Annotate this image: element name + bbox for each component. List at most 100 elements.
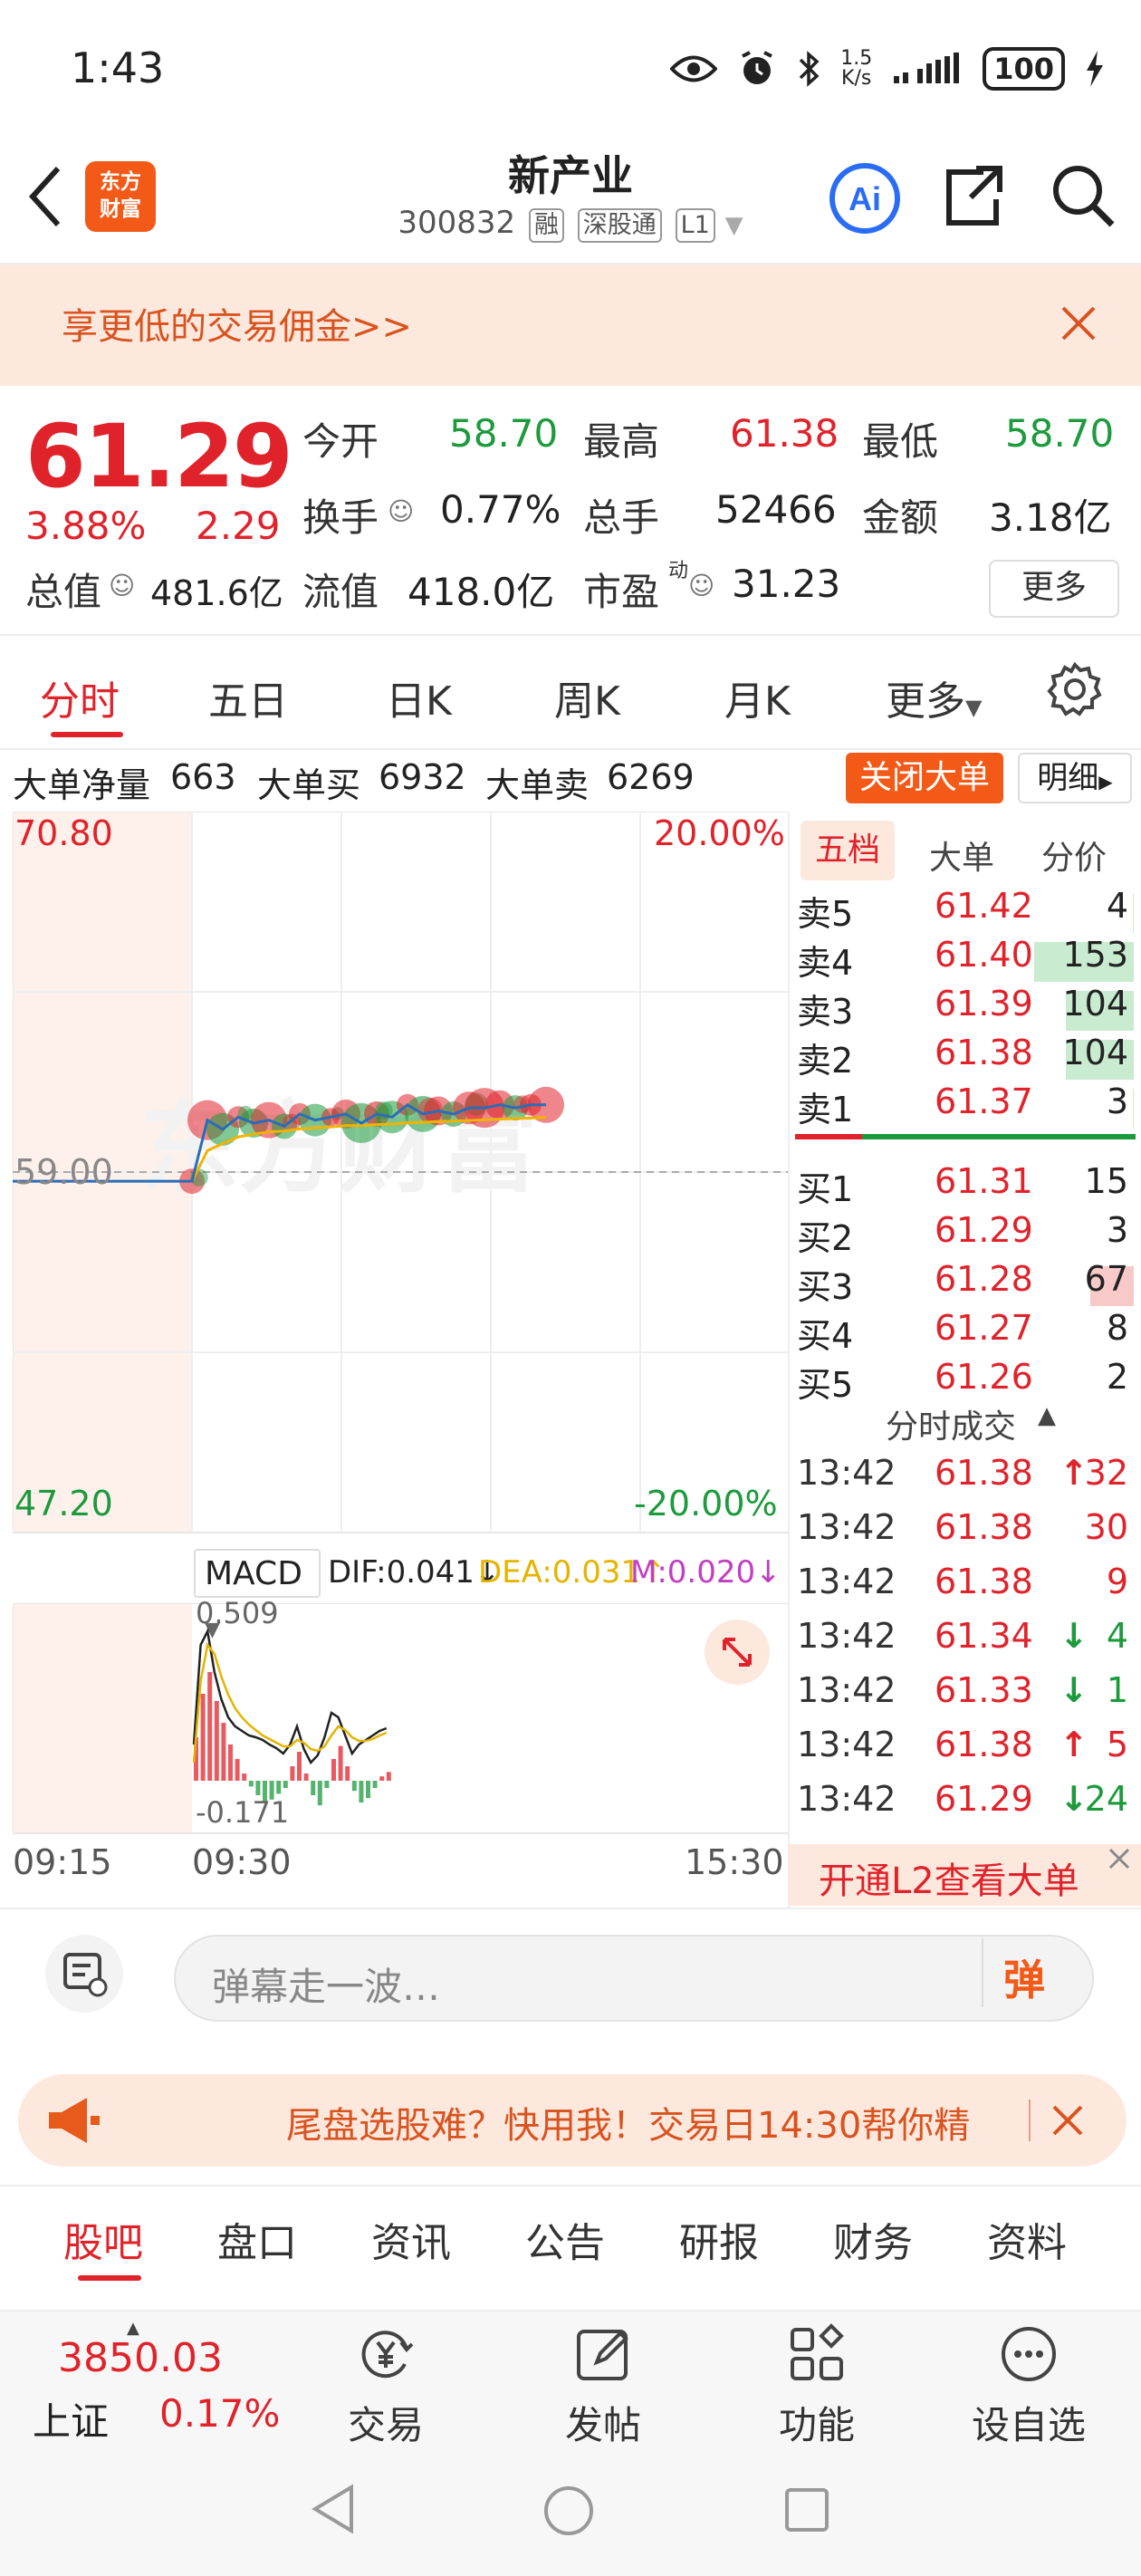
close-icon[interactable] [1060, 304, 1098, 342]
system-back-icon[interactable] [308, 2482, 357, 2536]
alarm-icon [742, 51, 773, 84]
tab-research[interactable]: 研报 [679, 2210, 759, 2268]
trade-time: 13:42 [797, 1562, 896, 1601]
tab-announcements[interactable]: 公告 [525, 2210, 605, 2268]
ask-row[interactable]: 卖2 61.38 104 [797, 1033, 1141, 1081]
bid-row[interactable]: 买1 61.31 15 [797, 1161, 1141, 1210]
ask-price: 61.40 [935, 935, 1033, 975]
pct-high-label: 20.00% [654, 813, 785, 853]
tab-weekly-k[interactable]: 周K [554, 668, 620, 726]
tab-financials[interactable]: 财务 [833, 2210, 913, 2268]
search-icon[interactable] [1049, 161, 1117, 230]
close-icon[interactable] [1050, 2103, 1085, 2138]
tab-more[interactable]: 更多▼ [886, 668, 982, 726]
ask-row[interactable]: 卖1 61.37 3 [797, 1081, 1141, 1130]
close-icon[interactable] [1107, 1846, 1132, 1871]
ai-assistant-icon[interactable]: Ai [828, 161, 902, 235]
trade-price: 61.38 [935, 1453, 1033, 1493]
danmu-placeholder[interactable]: 弹幕走一波… [212, 1956, 440, 2012]
functions-grid-icon [791, 2323, 844, 2380]
index-value[interactable]: 3850.03 [58, 2335, 223, 2381]
intraday-chart[interactable]: 东方财富 [13, 812, 790, 1540]
bid-level-label: 买2 [797, 1218, 854, 1258]
ad-text[interactable]: 尾盘选股难？快用我！交易日14:30帮你精 [286, 2096, 1021, 2148]
message-icon-glyph [63, 1953, 108, 1997]
macd-chart[interactable] [13, 1603, 790, 1835]
tab-monthly-k[interactable]: 月K [724, 668, 791, 726]
bid-row[interactable]: 买4 61.27 8 [797, 1308, 1141, 1357]
macd-bar [276, 1781, 282, 1794]
ask-row[interactable]: 卖3 61.39 104 [797, 984, 1141, 1033]
label-amount: 金额 [862, 495, 939, 540]
index-name[interactable]: 上证 [33, 2391, 109, 2446]
trade-row: 13:42 61.38 30 [797, 1507, 1141, 1562]
macd-bar [228, 1745, 233, 1781]
nav-add-watchlist[interactable]: 设自选 [956, 2322, 1101, 2450]
macd-bar [331, 1759, 336, 1781]
ask-row[interactable]: 卖5 61.42 4 [797, 886, 1141, 935]
arrow-up-icon: ↑ [1060, 1725, 1088, 1764]
trades-header[interactable]: 分时成交 ▲ [788, 1395, 1141, 1446]
label-float-cap: 流值 [302, 570, 379, 614]
bid-row[interactable]: 买2 61.29 3 [797, 1210, 1141, 1259]
charging-icon [1087, 51, 1103, 87]
bid-level-label: 买3 [797, 1267, 854, 1307]
tab-five-day[interactable]: 五日 [208, 668, 288, 726]
expand-icon[interactable] [703, 1618, 772, 1687]
label-pe: 市盈 [583, 570, 660, 614]
share-icon[interactable] [942, 163, 1005, 228]
macd-bar [242, 1773, 247, 1781]
tab-news[interactable]: 资讯 [371, 2210, 451, 2268]
indicator-select[interactable]: MACD ▼ [194, 1549, 321, 1641]
tab-daily-k[interactable]: 日K [386, 668, 452, 726]
tab-intraday[interactable]: 分时 [40, 668, 120, 726]
caret-up-icon: ▲ [1038, 1402, 1056, 1429]
info-icon[interactable]: ☺ [109, 571, 135, 601]
tab-big-orders[interactable]: 大单 [929, 831, 994, 879]
nav-functions[interactable]: 功能 [744, 2322, 889, 2450]
index-change[interactable]: 0.17% [159, 2391, 280, 2436]
close-big-order-button[interactable]: 关闭大单 [846, 753, 1003, 803]
tab-forum[interactable]: 股吧 [63, 2210, 143, 2268]
trade-row: 13:42 61.38 ↑ 5 [797, 1725, 1141, 1779]
ask-volume: 104 [1062, 1033, 1128, 1072]
danmu-send-button[interactable]: 弹 [1003, 1947, 1045, 2007]
detail-button[interactable]: 明细▶ [1018, 753, 1132, 803]
settings-gear-icon[interactable] [1047, 661, 1103, 717]
bid-price: 61.28 [935, 1259, 1033, 1299]
trade-volume: 1 [1106, 1670, 1128, 1710]
info-icon[interactable]: ☺ [688, 571, 714, 601]
ask-price: 61.37 [935, 1081, 1033, 1121]
macd-bar [338, 1745, 343, 1781]
system-home-icon[interactable] [542, 2484, 596, 2538]
message-settings-icon[interactable] [45, 1935, 123, 2013]
active-tab-underline [51, 732, 123, 737]
macd-bar [386, 1772, 391, 1781]
system-recents-icon[interactable] [782, 2485, 831, 2534]
nav-trade[interactable]: 交易 [313, 2322, 458, 2450]
tab-five-levels[interactable]: 五档 [801, 821, 895, 880]
promo-text[interactable]: 享更低的交易佣金>> [62, 297, 412, 350]
trade-time: 13:42 [797, 1453, 896, 1493]
info-icon[interactable]: ☺ [388, 496, 414, 526]
value-big-buy: 6932 [379, 757, 466, 797]
stock-code: 300832 [398, 205, 516, 241]
eye-icon [670, 55, 718, 82]
tab-orderbook[interactable]: 盘口 [217, 2210, 297, 2268]
ask-volume: 3 [1106, 1081, 1128, 1121]
tab-price-dist[interactable]: 分价 [1041, 831, 1107, 879]
more-dots-icon [1002, 2327, 1056, 2381]
trade-volume: 4 [1106, 1616, 1128, 1656]
tab-profile[interactable]: 资料 [987, 2210, 1067, 2268]
nav-post[interactable]: 发帖 [531, 2322, 676, 2450]
bid-row[interactable]: 买3 61.28 67 [797, 1259, 1141, 1308]
macd-top-label: 0.509 [196, 1596, 279, 1630]
macd-bar [248, 1781, 254, 1787]
dropdown-caret-icon[interactable]: ▼ [725, 212, 743, 239]
more-quote-button[interactable]: 更多 [989, 560, 1119, 618]
l2-banner-text[interactable]: 开通L2查看大单 [819, 1851, 1079, 1904]
nav-functions-label: 功能 [778, 2403, 855, 2447]
ask-row[interactable]: 卖4 61.40 153 [797, 935, 1141, 984]
bid-price: 61.27 [935, 1308, 1033, 1348]
trade-price: 61.38 [935, 1725, 1033, 1764]
